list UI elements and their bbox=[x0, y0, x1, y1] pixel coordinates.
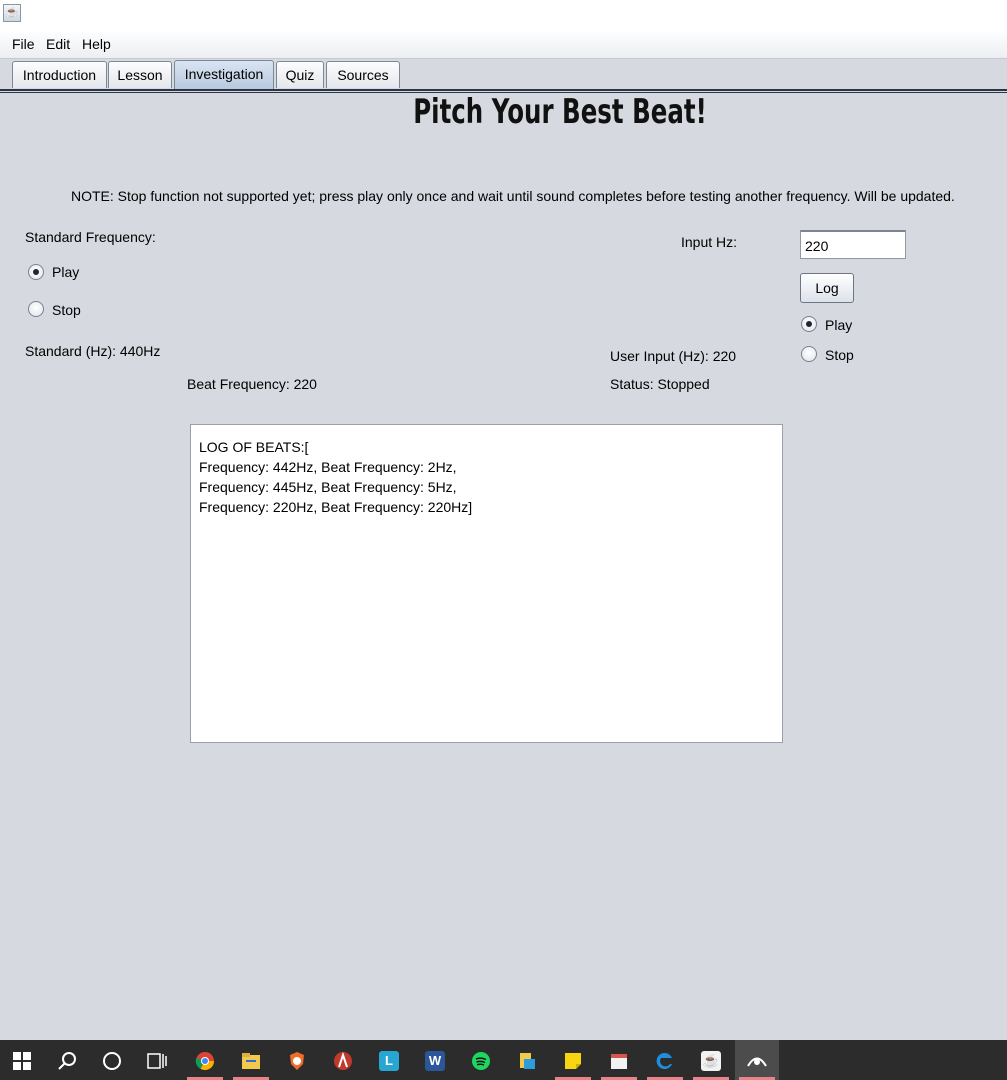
standard-hz-text: Standard (Hz): 440Hz bbox=[25, 343, 161, 359]
sticky-notes-icon[interactable] bbox=[551, 1040, 595, 1080]
l-app-icon[interactable]: L bbox=[367, 1040, 411, 1080]
pinned-app-icon[interactable] bbox=[735, 1040, 779, 1080]
tab-lesson[interactable]: Lesson bbox=[108, 61, 172, 88]
tab-sources[interactable]: Sources bbox=[326, 61, 400, 88]
windows-taskbar: L W ☕ bbox=[0, 1040, 1007, 1080]
page-title: Pitch Your Best Beat! bbox=[413, 92, 707, 132]
file-explorer-icon[interactable] bbox=[229, 1040, 273, 1080]
log-line: LOG OF BEATS:[ bbox=[199, 439, 309, 455]
log-line: Frequency: 445Hz, Beat Frequency: 5Hz, bbox=[199, 479, 457, 495]
input-hz-label: Input Hz: bbox=[681, 234, 738, 250]
user-play-label[interactable]: Play bbox=[825, 317, 852, 333]
log-button[interactable]: Log bbox=[800, 273, 854, 303]
log-line: Frequency: 442Hz, Beat Frequency: 2Hz, bbox=[199, 459, 457, 475]
search-icon[interactable] bbox=[45, 1040, 89, 1080]
log-line: Frequency: 220Hz, Beat Frequency: 220Hz] bbox=[199, 499, 473, 515]
java-icon[interactable]: ☕ bbox=[689, 1040, 733, 1080]
standard-stop-radio[interactable] bbox=[28, 301, 44, 317]
tab-quiz[interactable]: Quiz bbox=[276, 61, 324, 88]
menu-help[interactable]: Help bbox=[82, 36, 111, 52]
chrome-icon[interactable] bbox=[183, 1040, 227, 1080]
status-text: Status: Stopped bbox=[610, 376, 710, 392]
java-app-icon: ☕ bbox=[3, 4, 21, 22]
cortana-icon[interactable] bbox=[90, 1040, 134, 1080]
menu-edit[interactable]: Edit bbox=[46, 36, 70, 52]
tab-introduction[interactable]: Introduction bbox=[12, 61, 107, 88]
spotify-icon[interactable] bbox=[459, 1040, 503, 1080]
user-stop-label[interactable]: Stop bbox=[825, 347, 854, 363]
standard-play-radio[interactable] bbox=[28, 264, 44, 280]
beat-log-textarea[interactable]: LOG OF BEATS:[ Frequency: 442Hz, Beat Fr… bbox=[190, 424, 783, 743]
windows-start-icon[interactable] bbox=[0, 1040, 44, 1080]
standard-stop-label[interactable]: Stop bbox=[52, 302, 81, 318]
calendar-icon[interactable] bbox=[597, 1040, 641, 1080]
standard-play-label[interactable]: Play bbox=[52, 264, 79, 280]
input-hz-field[interactable]: 220 bbox=[800, 230, 906, 259]
word-icon[interactable]: W bbox=[413, 1040, 457, 1080]
menu-file[interactable]: File bbox=[12, 36, 35, 52]
files-icon[interactable] bbox=[505, 1040, 549, 1080]
user-play-radio[interactable] bbox=[801, 316, 817, 332]
task-view-icon[interactable] bbox=[135, 1040, 179, 1080]
user-stop-radio[interactable] bbox=[801, 346, 817, 362]
user-input-hz-text: User Input (Hz): 220 bbox=[610, 348, 737, 364]
tab-investigation[interactable]: Investigation bbox=[174, 60, 274, 89]
window-title-bar: ☕ bbox=[0, 0, 1007, 30]
beat-frequency-text: Beat Frequency: 220 bbox=[187, 376, 317, 392]
racket-icon[interactable] bbox=[321, 1040, 365, 1080]
note-text: NOTE: Stop function not supported yet; p… bbox=[71, 188, 955, 204]
standard-frequency-heading: Standard Frequency: bbox=[25, 229, 156, 245]
tab-strip: Introduction Lesson Investigation Quiz S… bbox=[0, 58, 1007, 90]
menu-bar: File Edit Help bbox=[0, 30, 1007, 59]
brave-icon[interactable] bbox=[275, 1040, 319, 1080]
edge-icon[interactable] bbox=[643, 1040, 687, 1080]
